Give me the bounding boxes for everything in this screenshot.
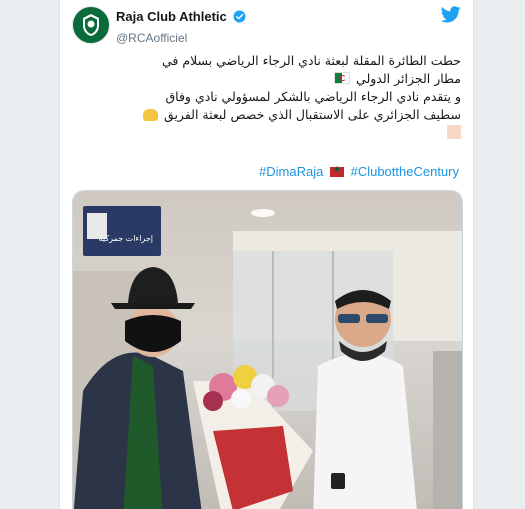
tweet-line-text: مطار الجزائر الدولي — [356, 71, 461, 86]
tweet-line: حطت الطائرة المقلة لبعثة نادي الرجاء الر… — [161, 53, 461, 68]
tweet-line — [72, 124, 461, 142]
hashtag-link[interactable]: #DimaRaja — [259, 164, 323, 179]
tweet-header: Raja Club Athletic @RCAofficiel — [72, 6, 461, 46]
airport-sign-text: إجراءات جمركية — [99, 234, 153, 244]
handshake-icon — [143, 109, 159, 121]
tweet-line: مطار الجزائر الدولي — [72, 70, 461, 88]
display-name[interactable]: Raja Club Athletic — [116, 9, 227, 24]
verified-badge-icon — [233, 10, 246, 28]
morocco-flag-icon — [329, 164, 344, 177]
author-names: Raja Club Athletic @RCAofficiel — [116, 8, 246, 45]
hashtag-link[interactable]: #ClubottheCentury — [351, 164, 459, 179]
tweet-line: سطيف الجزائري على الاستقبال الذي خصص لبع… — [72, 106, 461, 124]
hashtags: #DimaRaja #ClubottheCentury — [259, 164, 459, 179]
tweet-photo[interactable]: إجراءات جمركية — [72, 190, 463, 509]
tweet-card[interactable]: Raja Club Athletic @RCAofficiel حطت الطا… — [59, 0, 474, 509]
emoji-icon — [447, 125, 461, 139]
tweet-line: و يتقدم نادي الرجاء الرياضي بالشكر لمسؤو… — [165, 89, 461, 104]
handle[interactable]: @RCAofficiel — [116, 31, 246, 45]
tweet-text: حطت الطائرة المقلة لبعثة نادي الرجاء الر… — [72, 52, 461, 142]
avatar[interactable] — [72, 6, 110, 44]
algeria-flag-icon — [334, 72, 351, 84]
twitter-bird-icon[interactable] — [440, 6, 461, 28]
tweet-line-text: سطيف الجزائري على الاستقبال الذي خصص لبع… — [164, 107, 461, 122]
